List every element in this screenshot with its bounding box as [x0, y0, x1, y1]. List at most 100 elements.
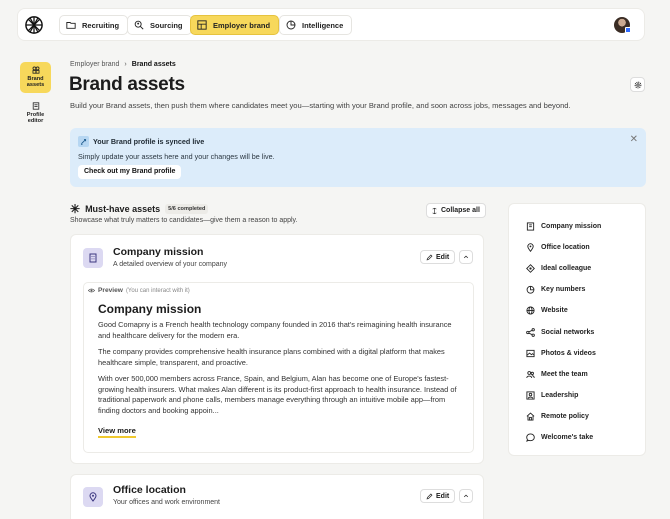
preview-paragraph: Good Comapny is a French health technolo… — [98, 320, 452, 340]
share-icon — [526, 327, 535, 337]
side-item-remote-policy[interactable]: Remote policy — [509, 406, 645, 427]
side-item-label: Office location — [541, 244, 590, 252]
gear-icon — [634, 81, 641, 88]
edit-button[interactable]: Edit — [420, 250, 456, 264]
rail-item-profile-editor[interactable]: Profile editor — [20, 98, 51, 129]
section-description: Showcase what truly matters to candidate… — [70, 217, 298, 224]
tab-label: Recruiting — [82, 20, 120, 30]
card-title: Company mission — [113, 246, 204, 258]
left-rail: Brand assets Profile editor — [20, 62, 51, 134]
breadcrumb-current: Brand assets — [131, 61, 176, 68]
top-navigation: Recruiting Sourcing Employer brand Intel… — [17, 8, 645, 41]
side-item-welcomes-take[interactable]: Welcome's take — [509, 427, 645, 448]
layout-icon — [197, 20, 207, 30]
rail-item-brand-assets[interactable]: Brand assets — [20, 62, 51, 93]
close-icon[interactable]: ✕ — [630, 134, 638, 145]
side-item-office-location[interactable]: Office location — [509, 237, 645, 258]
team-icon — [526, 370, 535, 378]
side-item-label: Remote policy — [541, 412, 589, 420]
rail-item-label: Profile editor — [26, 111, 45, 125]
tab-employer-brand[interactable]: Employer brand — [190, 15, 280, 35]
card-title: Office location — [113, 484, 186, 496]
view-more-link[interactable]: View more — [98, 426, 136, 438]
brand-assets-icon — [32, 66, 39, 74]
tab-label: Employer brand — [213, 20, 271, 30]
collapse-icon — [432, 207, 437, 214]
pencil-icon — [426, 493, 433, 499]
folder-icon — [66, 22, 76, 29]
photos-icon — [526, 349, 535, 357]
preview-hint: (You can interact with it) — [125, 287, 190, 294]
card-subtitle: A detailed overview of your company — [113, 261, 228, 268]
pie-chart-icon — [526, 286, 535, 294]
preview-paragraph: The company provides comprehensive healt… — [98, 347, 445, 367]
office-location-card: Office location Your offices and work en… — [70, 474, 484, 519]
search-person-icon — [134, 20, 144, 30]
breadcrumb-parent[interactable]: Employer brand — [70, 61, 119, 68]
side-item-label: Website — [541, 307, 568, 315]
page-subtitle: Build your Brand assets, then push them … — [70, 101, 571, 110]
chevron-up-icon — [463, 255, 469, 259]
side-item-ideal-colleague[interactable]: Ideal colleague — [509, 258, 645, 279]
breadcrumb-separator: › — [124, 61, 127, 68]
leader-icon — [526, 391, 535, 400]
building-icon — [526, 222, 535, 231]
page-title: Brand assets — [69, 74, 185, 95]
side-item-label: Company mission — [541, 223, 602, 231]
check-brand-profile-button[interactable]: Check out my Brand profile — [78, 165, 182, 179]
side-item-website[interactable]: Website — [509, 300, 645, 321]
side-item-label: Ideal colleague — [541, 265, 592, 273]
location-pin-icon — [83, 487, 103, 507]
card-subtitle: Your offices and work environment — [113, 499, 221, 506]
globe-icon — [526, 306, 535, 315]
side-item-key-numbers[interactable]: Key numbers — [509, 279, 645, 300]
home-icon — [526, 412, 535, 421]
side-item-social-networks[interactable]: Social networks — [509, 321, 645, 342]
pencil-icon — [426, 254, 433, 260]
settings-button[interactable] — [630, 77, 645, 92]
preview-label: Preview (You can interact with it) — [88, 287, 190, 294]
banner-title: Your Brand profile is synced live — [93, 137, 205, 146]
side-item-company-mission[interactable]: Company mission — [509, 216, 645, 237]
avatar-status-badge — [625, 27, 631, 33]
section-title: Must-have assets — [85, 204, 161, 214]
rail-item-label: Brand assets — [26, 76, 45, 89]
side-item-label: Social networks — [541, 328, 595, 336]
collapse-card-button[interactable] — [459, 489, 473, 503]
tab-intelligence[interactable]: Intelligence — [279, 15, 353, 35]
side-item-label: Leadership — [541, 391, 579, 399]
edit-label: Edit — [436, 492, 450, 500]
eye-icon — [88, 288, 95, 293]
asterisk-icon: ✳ — [70, 202, 81, 216]
side-item-label: Meet the team — [541, 370, 588, 378]
completion-badge: 5/6 completed — [165, 204, 209, 214]
side-item-label: Photos & videos — [541, 349, 596, 357]
target-icon — [526, 264, 535, 274]
banner-text: Simply update your assets here and your … — [78, 152, 275, 161]
section-header: ✳ Must-have assets 5/6 completed — [70, 202, 209, 216]
tab-sourcing[interactable]: Sourcing — [127, 15, 192, 35]
tab-recruiting[interactable]: Recruiting — [59, 15, 129, 35]
tab-label: Intelligence — [302, 20, 344, 30]
side-item-meet-the-team[interactable]: Meet the team — [509, 364, 645, 385]
edit-button[interactable]: Edit — [420, 489, 456, 503]
preview-paragraph: With over 500,000 members across France,… — [98, 374, 457, 416]
chat-bubble-icon — [526, 433, 535, 442]
pie-chart-icon — [286, 20, 296, 30]
sync-banner: Your Brand profile is synced live Simply… — [70, 128, 646, 187]
collapse-all-label: Collapse all — [441, 207, 480, 214]
side-item-photos-videos[interactable]: Photos & videos — [509, 343, 645, 364]
collapse-all-button[interactable]: Collapse all — [426, 203, 486, 218]
mission-preview: Preview (You can interact with it) Compa… — [83, 282, 474, 453]
side-item-leadership[interactable]: Leadership — [509, 385, 645, 406]
profile-editor-icon — [32, 102, 39, 110]
chevron-up-icon — [463, 494, 469, 498]
collapse-card-button[interactable] — [459, 250, 473, 264]
tab-label: Sourcing — [150, 20, 183, 30]
edit-label: Edit — [436, 253, 450, 261]
building-icon — [83, 248, 103, 268]
preview-label-text: Preview — [98, 287, 123, 294]
company-logo[interactable] — [25, 16, 43, 34]
breadcrumb: Employer brand › Brand assets — [70, 61, 176, 68]
sync-icon — [78, 136, 89, 147]
